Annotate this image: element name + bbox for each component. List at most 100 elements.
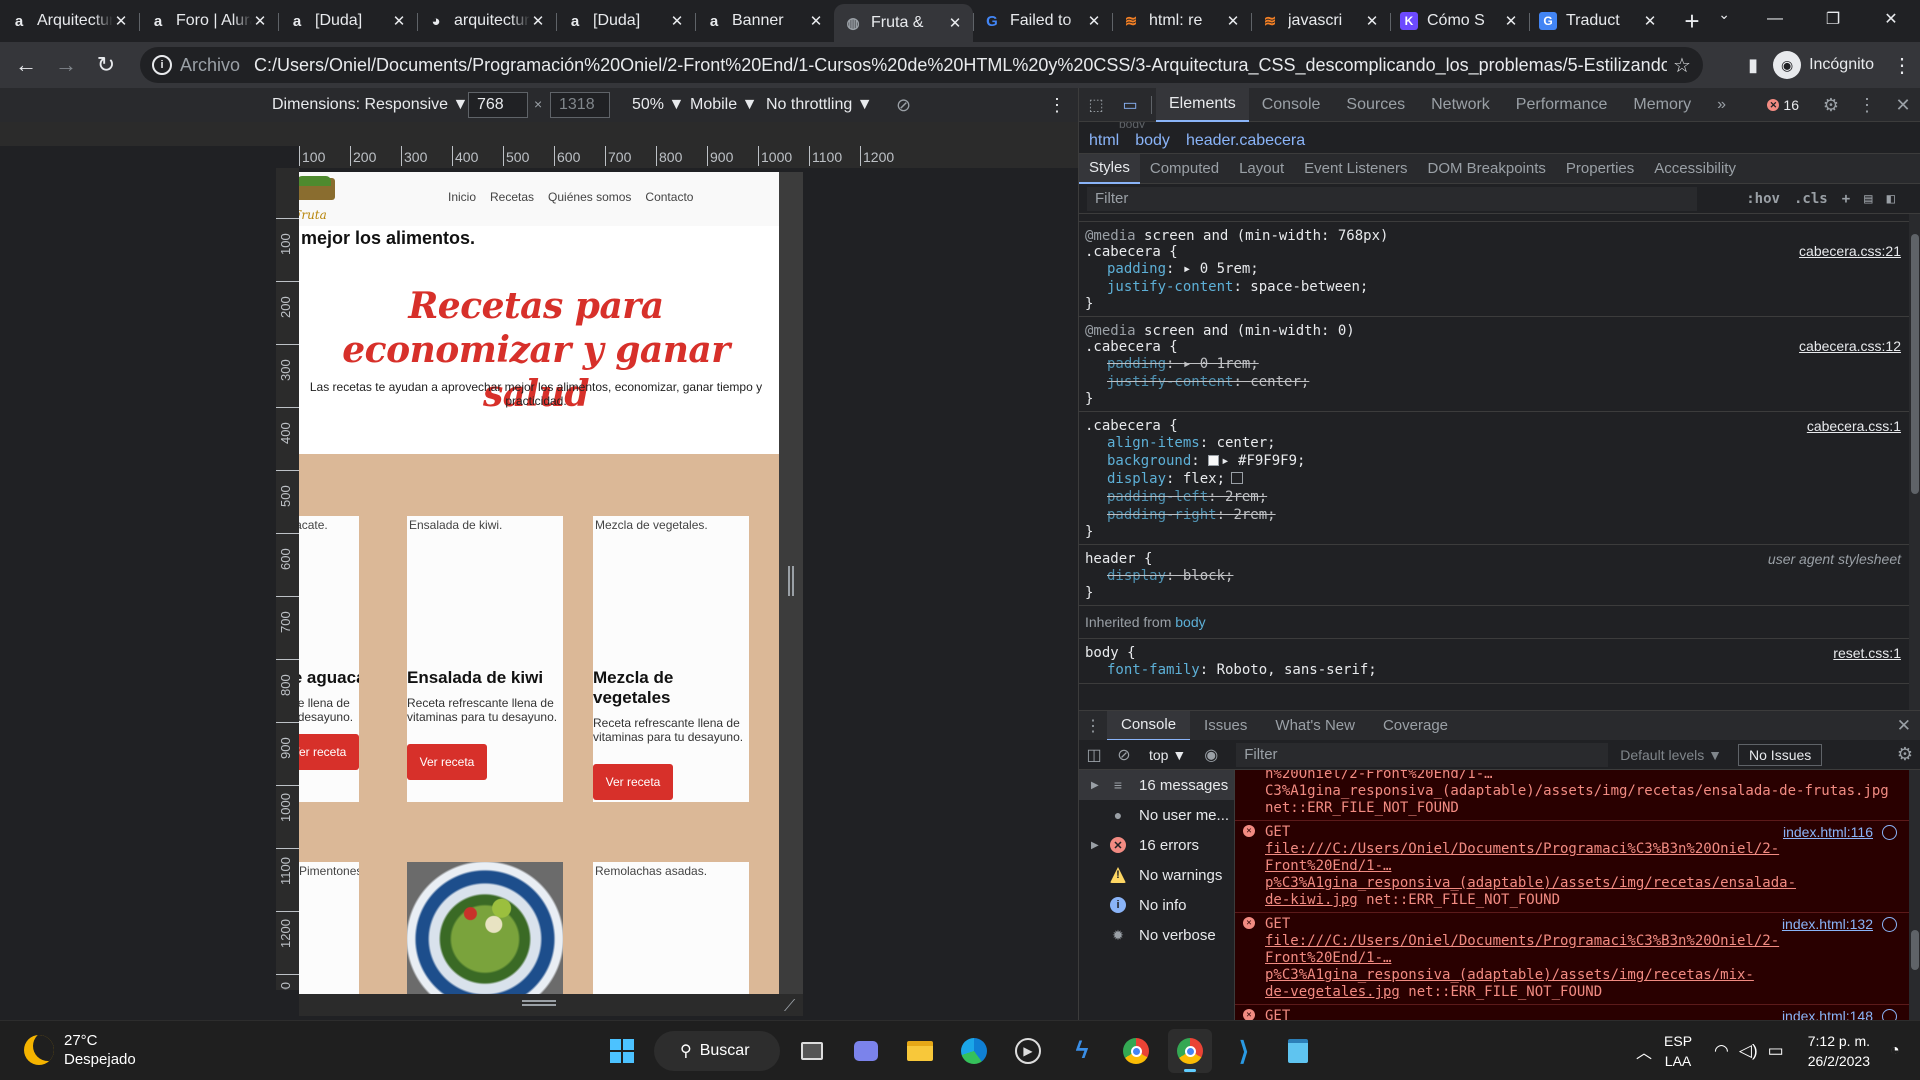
device-type-select[interactable]: Mobile ▼	[690, 96, 757, 114]
error-count-badge[interactable]: ✕ 16	[1767, 97, 1799, 113]
browser-tab[interactable]: a Arquitectura✕	[0, 4, 139, 38]
source-location-link[interactable]: index.html:132	[1782, 916, 1873, 933]
browser-tab[interactable]: a Foro | Alura ✕	[139, 4, 278, 38]
tab-close-icon[interactable]: ✕	[1086, 12, 1102, 30]
tab-event-listeners[interactable]: Event Listeners	[1294, 154, 1417, 184]
nav-link-quienes-somos[interactable]: Quiénes somos	[548, 190, 631, 204]
clock[interactable]: 7:12 p. m. 26/2/2023	[1808, 1031, 1870, 1071]
tab-sources[interactable]: Sources	[1333, 88, 1418, 122]
console-filter-input[interactable]: Filter	[1236, 742, 1609, 767]
browser-tab[interactable]: a [Duda] ✕	[556, 4, 695, 38]
console-scrollbar[interactable]	[1909, 770, 1920, 1020]
tab-close-icon[interactable]: ✕	[1503, 12, 1519, 30]
devtools-menu-icon[interactable]: ⋮	[1849, 95, 1885, 116]
rule-selector[interactable]: .cabecera {	[1085, 418, 1903, 434]
settings-gear-icon[interactable]: ⚙	[1813, 95, 1849, 116]
tab-close-icon[interactable]: ✕	[947, 14, 963, 32]
rule-source-link[interactable]: reset.css:1	[1833, 645, 1901, 661]
browser-tab[interactable]: G Traduct ✕	[1529, 4, 1668, 38]
new-tab-button[interactable]: +	[1674, 4, 1710, 38]
bookmark-star-icon[interactable]: ☆	[1667, 53, 1697, 78]
vscode-icon[interactable]: ⟩	[1222, 1029, 1266, 1073]
close-drawer-icon[interactable]: ✕	[1897, 716, 1911, 736]
console-filter-user[interactable]: ● No user me...	[1079, 800, 1234, 830]
cls-toggle[interactable]: .cls	[1794, 191, 1828, 207]
tab-close-icon[interactable]: ✕	[808, 12, 824, 30]
css-declaration[interactable]: padding-right: 2rem;	[1085, 506, 1903, 524]
forward-icon[interactable]: →	[46, 45, 86, 85]
breadcrumb-body[interactable]: body	[1135, 132, 1170, 150]
styles-filter-input[interactable]: Filter	[1087, 186, 1697, 211]
drawer-tab-whats-new[interactable]: What's New	[1261, 711, 1369, 741]
device-more-icon[interactable]: ⋮	[1048, 95, 1066, 116]
context-select[interactable]: top ▼	[1149, 747, 1186, 763]
css-declaration[interactable]: font-family: Roboto, sans-serif;	[1085, 661, 1903, 679]
rule-selector[interactable]: .cabecera {	[1085, 244, 1903, 260]
input-language[interactable]: ESP LAA	[1664, 1031, 1692, 1071]
ver-receta-button[interactable]: Ver receta	[299, 734, 359, 770]
tab-console[interactable]: Console	[1249, 88, 1334, 122]
task-view-icon[interactable]	[790, 1029, 834, 1073]
drawer-tab-coverage[interactable]: Coverage	[1369, 711, 1462, 741]
incognito-profile[interactable]: ◉ Incógnito	[1773, 51, 1874, 79]
rule-source-link[interactable]: cabecera.css:21	[1799, 243, 1901, 259]
nav-link-contacto[interactable]: Contacto	[645, 190, 693, 204]
teams-chat-icon[interactable]	[844, 1029, 888, 1073]
reload-icon[interactable]: ↻	[86, 45, 126, 85]
ver-receta-button[interactable]: Ver receta	[407, 744, 487, 780]
rotate-icon[interactable]: ⊘	[896, 95, 911, 116]
css-declaration[interactable]: display: block;	[1085, 567, 1903, 585]
css-declaration[interactable]: padding-left: 2rem;	[1085, 488, 1903, 506]
media-player-icon[interactable]: ▶	[1006, 1029, 1050, 1073]
address-bar[interactable]: i Archivo C:/Users/Oniel/Documents/Progr…	[140, 47, 1703, 83]
resize-handle-bottom[interactable]	[522, 1000, 556, 1006]
tab-dom-breakpoints[interactable]: DOM Breakpoints	[1418, 154, 1556, 184]
flexbox-editor-icon[interactable]	[1231, 472, 1244, 484]
tab-close-icon[interactable]: ✕	[113, 12, 129, 30]
tab-close-icon[interactable]: ✕	[252, 12, 268, 30]
inherited-from-link[interactable]: body	[1175, 614, 1205, 630]
network-request-icon[interactable]	[1882, 917, 1897, 932]
console-filter-bug[interactable]: ✹ No verbose	[1079, 920, 1234, 950]
tray-overflow-icon[interactable]: ︿	[1624, 1039, 1664, 1063]
request-url[interactable]: n%20Oniel/2-Front%20End/1-…C3%A1gina_res…	[1265, 770, 1889, 799]
tab-performance[interactable]: Performance	[1503, 88, 1621, 122]
computed-toggle-icon[interactable]: ▤	[1864, 191, 1872, 207]
tab-computed[interactable]: Computed	[1140, 154, 1229, 184]
css-declaration[interactable]: display: flex;	[1085, 470, 1903, 488]
tab-search-icon[interactable]: ⌄	[1718, 6, 1730, 23]
device-toggle-icon[interactable]: ▭	[1113, 95, 1147, 115]
levels-select[interactable]: Default levels ▼	[1620, 747, 1722, 763]
tab-memory[interactable]: Memory	[1620, 88, 1704, 122]
nav-link-recetas[interactable]: Recetas	[490, 190, 534, 204]
nav-link-inicio[interactable]: Inicio	[448, 190, 476, 204]
tab-close-icon[interactable]: ✕	[1364, 12, 1380, 30]
rule-selector[interactable]: .cabecera {	[1085, 339, 1903, 355]
browser-tab[interactable]: ≋ javascri ✕	[1251, 4, 1390, 38]
chrome-icon[interactable]	[1114, 1029, 1158, 1073]
breadcrumb-header[interactable]: header.cabecera	[1186, 132, 1305, 150]
bolt-app-icon[interactable]: ϟ	[1060, 1029, 1104, 1073]
browser-tab[interactable]: ◕ arquitectura✕	[417, 4, 556, 38]
issues-button[interactable]: No Issues	[1738, 743, 1823, 766]
throttling-select[interactable]: No throttling ▼	[766, 96, 873, 114]
site-info-icon[interactable]: i	[152, 55, 172, 75]
hov-toggle[interactable]: :hov	[1746, 191, 1780, 207]
breadcrumb-html[interactable]: html	[1089, 132, 1119, 150]
network-request-icon[interactable]	[1882, 825, 1897, 840]
start-button[interactable]	[600, 1029, 644, 1073]
source-location-link[interactable]: index.html:148	[1782, 1008, 1873, 1020]
drawer-menu-icon[interactable]: ⋮	[1079, 716, 1107, 736]
console-filter-error[interactable]: ▶ ✕ 16 errors	[1079, 830, 1234, 860]
styles-scrollbar[interactable]	[1909, 214, 1920, 710]
drawer-tab-console[interactable]: Console	[1107, 710, 1191, 741]
css-declaration[interactable]: justify-content: center;	[1085, 373, 1903, 391]
css-declaration[interactable]: padding: ▸ 0 5rem;	[1085, 260, 1903, 278]
width-input[interactable]: 768	[468, 92, 528, 118]
browser-tab[interactable]: G Failed to ✕	[973, 4, 1112, 38]
css-declaration[interactable]: justify-content: space-between;	[1085, 278, 1903, 296]
tab-accessibility[interactable]: Accessibility	[1644, 154, 1746, 184]
browser-tab[interactable]: K Cómo S ✕	[1390, 4, 1529, 38]
browser-tab[interactable]: ◍ Fruta & ✕	[834, 4, 973, 42]
dimensions-select[interactable]: Dimensions: Responsive ▼	[272, 96, 468, 114]
